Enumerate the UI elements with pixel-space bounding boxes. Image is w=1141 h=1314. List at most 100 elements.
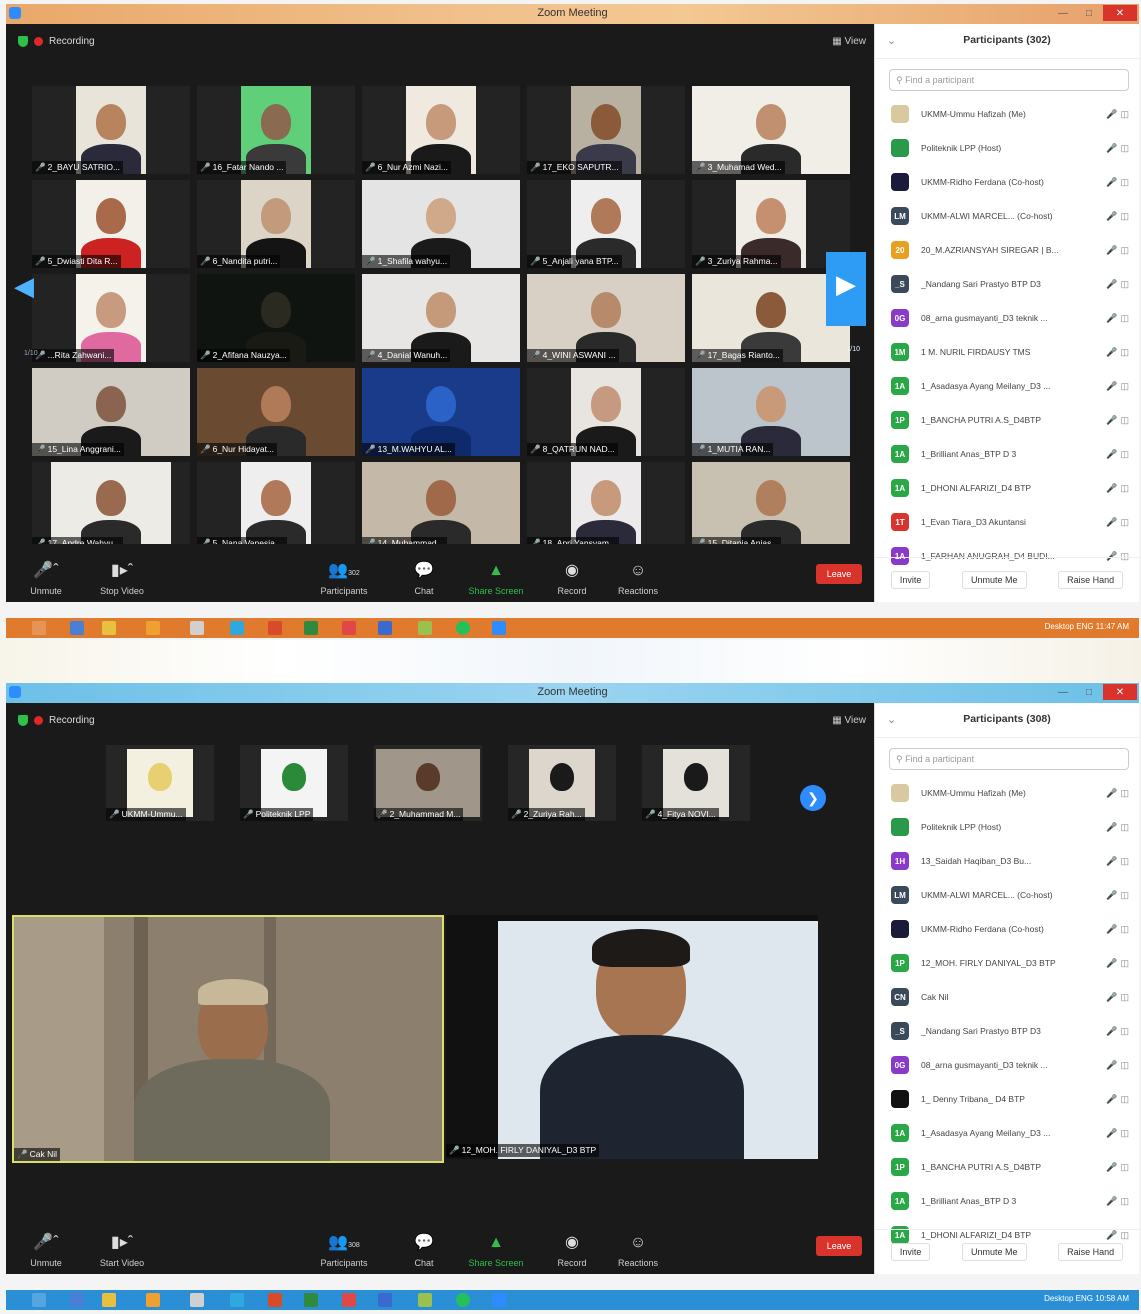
participant-row[interactable]: 20 20_M.AZRIANSYAH SIREGAR | B... 🎤 ◫ bbox=[875, 233, 1139, 267]
start-video-button[interactable]: ▮▸ˆ Start Video bbox=[90, 1232, 154, 1268]
participant-tile[interactable]: 🎤 5_Anjali yana BTP... bbox=[527, 180, 685, 268]
taskbar-app-icon[interactable] bbox=[146, 1293, 160, 1307]
previous-page-icon[interactable]: ◀ bbox=[14, 264, 34, 314]
taskbar-app-icon[interactable] bbox=[342, 621, 356, 635]
participant-tile[interactable]: 🎤 16_Fatar Nando ... bbox=[197, 86, 355, 174]
participant-tile[interactable]: 🎤 5_Dwiasti Dita R... bbox=[32, 180, 190, 268]
participant-tile[interactable]: 🎤 1_Shafila wahyu... bbox=[362, 180, 520, 268]
taskbar-app-icon[interactable] bbox=[146, 621, 160, 635]
participant-tile[interactable]: 🎤 2_Afifana Nauzya... bbox=[197, 274, 355, 362]
taskbar-app-icon[interactable] bbox=[102, 1293, 116, 1307]
participant-tile[interactable]: 🎤 5_Nana Vanesia ... bbox=[197, 462, 355, 550]
raise-hand-button[interactable]: Raise Hand bbox=[1058, 571, 1124, 589]
participant-tile[interactable]: 🎤 2_BAYU SATRIO... bbox=[32, 86, 190, 174]
participant-row[interactable]: 1P 12_MOH. FIRLY DANIYAL_D3 BTP 🎤 ◫ bbox=[875, 946, 1139, 980]
participant-tile[interactable]: 🎤 6_Nandita putri... bbox=[197, 180, 355, 268]
participants-button[interactable]: 👥308 Participants bbox=[306, 1232, 382, 1268]
thumbnail-tile[interactable]: 🎤 4_Fitya NOVI... bbox=[642, 745, 750, 821]
participant-row[interactable]: Politeknik LPP (Host) 🎤 ◫ bbox=[875, 131, 1139, 165]
unmute-me-button[interactable]: Unmute Me bbox=[961, 571, 1027, 589]
whatsapp-icon[interactable] bbox=[456, 1293, 470, 1307]
share-screen-button[interactable]: ▲ Share Screen bbox=[464, 562, 528, 596]
participant-row[interactable]: 1P 1_BANCHA PUTRI A.S_D4BTP 🎤 ◫ bbox=[875, 1150, 1139, 1184]
taskbar-app-icon[interactable] bbox=[378, 1293, 392, 1307]
thumbnail-tile[interactable]: 🎤 UKMM-Ummu... bbox=[106, 745, 214, 821]
taskbar-app-icon[interactable] bbox=[304, 1293, 318, 1307]
participant-row[interactable]: 1M 1 M. NURIL FIRDAUSY TMS 🎤 ◫ bbox=[875, 335, 1139, 369]
participant-row[interactable]: 1P 1_BANCHA PUTRI A.S_D4BTP 🎤 ◫ bbox=[875, 403, 1139, 437]
participant-tile[interactable]: 🎤 4_Danial Wanuh... bbox=[362, 274, 520, 362]
whatsapp-icon[interactable] bbox=[456, 621, 470, 635]
participant-row[interactable]: 0G 08_arna gusmayanti_D3 teknik ... 🎤 ◫ bbox=[875, 1048, 1139, 1082]
participant-search-input[interactable]: ⚲ Find a participant bbox=[889, 69, 1129, 91]
taskbar-app-icon[interactable] bbox=[190, 621, 204, 635]
taskbar-app-icon[interactable] bbox=[70, 1293, 84, 1307]
taskbar-app-icon[interactable] bbox=[230, 1293, 244, 1307]
invite-button[interactable]: Invite bbox=[890, 571, 931, 589]
start-icon[interactable] bbox=[32, 1293, 46, 1307]
taskbar-app-icon[interactable] bbox=[268, 1293, 282, 1307]
raise-hand-button[interactable]: Raise Hand bbox=[1058, 1243, 1124, 1261]
participant-row[interactable]: _S _Nandang Sari Prastyo BTP D3 🎤 ◫ bbox=[875, 1014, 1139, 1048]
taskbar-app-icon[interactable] bbox=[418, 621, 432, 635]
participant-row[interactable]: Politeknik LPP (Host) 🎤 ◫ bbox=[875, 810, 1139, 844]
participant-tile[interactable]: 🎤 14_Muhammad... bbox=[362, 462, 520, 550]
unmute-me-button[interactable]: Unmute Me bbox=[961, 1243, 1027, 1261]
participant-tile[interactable]: 🎤 8_QATRUN NAD... bbox=[527, 368, 685, 456]
participant-tile[interactable]: 🎤 17_Andre Wahyu... bbox=[32, 462, 190, 550]
start-icon[interactable] bbox=[32, 621, 46, 635]
participant-row[interactable]: 1A 1_DHONI ALFARIZI_D4 BTP 🎤 ◫ bbox=[875, 471, 1139, 505]
participant-row[interactable]: 1A 1_Asadasya Ayang Meilany_D3 ... 🎤 ◫ bbox=[875, 1116, 1139, 1150]
participant-tile[interactable]: 🎤 13_M.WAHYU AL... bbox=[362, 368, 520, 456]
participant-tile[interactable]: 🎤 ...Rita Zahwani... bbox=[32, 274, 190, 362]
taskbar-app-icon[interactable] bbox=[70, 621, 84, 635]
maximize-icon[interactable]: □ bbox=[1077, 5, 1101, 21]
taskbar-app-icon[interactable] bbox=[102, 621, 116, 635]
participant-row[interactable]: UKMM-Ummu Hafizah (Me) 🎤 ◫ bbox=[875, 97, 1139, 131]
record-button[interactable]: ◉ Record bbox=[540, 1232, 604, 1268]
participant-row[interactable]: 1A 1_Brilliant Anas_BTP D 3 🎤 ◫ bbox=[875, 1184, 1139, 1218]
taskbar-app-icon[interactable] bbox=[190, 1293, 204, 1307]
participant-row[interactable]: 1A 1_Brilliant Anas_BTP D 3 🎤 ◫ bbox=[875, 437, 1139, 471]
next-thumbnails-icon[interactable]: ❯ bbox=[800, 785, 826, 811]
view-button[interactable]: ▦ View bbox=[832, 715, 866, 726]
zoom-taskbar-icon[interactable] bbox=[492, 621, 506, 635]
zoom-taskbar-icon[interactable] bbox=[492, 1293, 506, 1307]
taskbar-app-icon[interactable] bbox=[268, 621, 282, 635]
taskbar-app-icon[interactable] bbox=[304, 621, 318, 635]
stop-video-button[interactable]: ▮▸ˆ Stop Video bbox=[90, 560, 154, 596]
participant-tile[interactable]: 🎤 1_MUTIA RAN... bbox=[692, 368, 850, 456]
participant-tile[interactable]: 🎤 3_Muhamad Wed... bbox=[692, 86, 850, 174]
participant-tile[interactable]: 🎤 6_Nur Azmi Nazi... bbox=[362, 86, 520, 174]
participant-tile[interactable]: 🎤 6_Nur Hidayat... bbox=[197, 368, 355, 456]
leave-button[interactable]: Leave bbox=[816, 1236, 862, 1256]
participant-row[interactable]: UKMM-Ridho Ferdana (Co-host) 🎤 ◫ bbox=[875, 912, 1139, 946]
participant-search-input[interactable]: ⚲ Find a participant bbox=[889, 748, 1129, 770]
reactions-button[interactable]: ☺ Reactions bbox=[606, 1234, 670, 1268]
participant-tile[interactable]: 🎤 17_EKO SAPUTR... bbox=[527, 86, 685, 174]
participant-row[interactable]: 1_ Denny Tribana_ D4 BTP 🎤 ◫ bbox=[875, 1082, 1139, 1116]
minimize-icon[interactable]: — bbox=[1051, 684, 1075, 700]
participant-tile[interactable]: 🎤 18_Apri Yansyam... bbox=[527, 462, 685, 550]
reactions-button[interactable]: ☺ Reactions bbox=[606, 562, 670, 596]
taskbar-app-icon[interactable] bbox=[230, 621, 244, 635]
chat-button[interactable]: 💬 Chat bbox=[392, 1232, 456, 1268]
participant-row[interactable]: CN Cak Nil 🎤 ◫ bbox=[875, 980, 1139, 1014]
participant-tile[interactable]: 🎤 4_WINI ASWANI ... bbox=[527, 274, 685, 362]
chat-button[interactable]: 💬 Chat bbox=[392, 560, 456, 596]
participant-row[interactable]: 1A 1_Asadasya Ayang Meilany_D3 ... 🎤 ◫ bbox=[875, 369, 1139, 403]
unmute-button[interactable]: 🎤ˆ Unmute bbox=[14, 560, 78, 596]
participants-button[interactable]: 👥302 Participants bbox=[306, 560, 382, 596]
next-page-icon[interactable]: ▶ bbox=[826, 252, 866, 326]
minimize-icon[interactable]: — bbox=[1051, 5, 1075, 21]
taskbar-app-icon[interactable] bbox=[418, 1293, 432, 1307]
taskbar-app-icon[interactable] bbox=[342, 1293, 356, 1307]
thumbnail-tile[interactable]: 🎤 2_Zuriya Rah... bbox=[508, 745, 616, 821]
view-button[interactable]: ▦ View bbox=[832, 36, 866, 47]
maximize-icon[interactable]: □ bbox=[1077, 684, 1101, 700]
participant-row[interactable]: 1T 1_Evan Tiara_D3 Akuntansi 🎤 ◫ bbox=[875, 505, 1139, 539]
participant-row[interactable]: LM UKMM-ALWI MARCEL... (Co-host) 🎤 ◫ bbox=[875, 199, 1139, 233]
share-screen-button[interactable]: ▲ Share Screen bbox=[464, 1234, 528, 1268]
participant-row[interactable]: UKMM-Ummu Hafizah (Me) 🎤 ◫ bbox=[875, 776, 1139, 810]
invite-button[interactable]: Invite bbox=[890, 1243, 931, 1261]
